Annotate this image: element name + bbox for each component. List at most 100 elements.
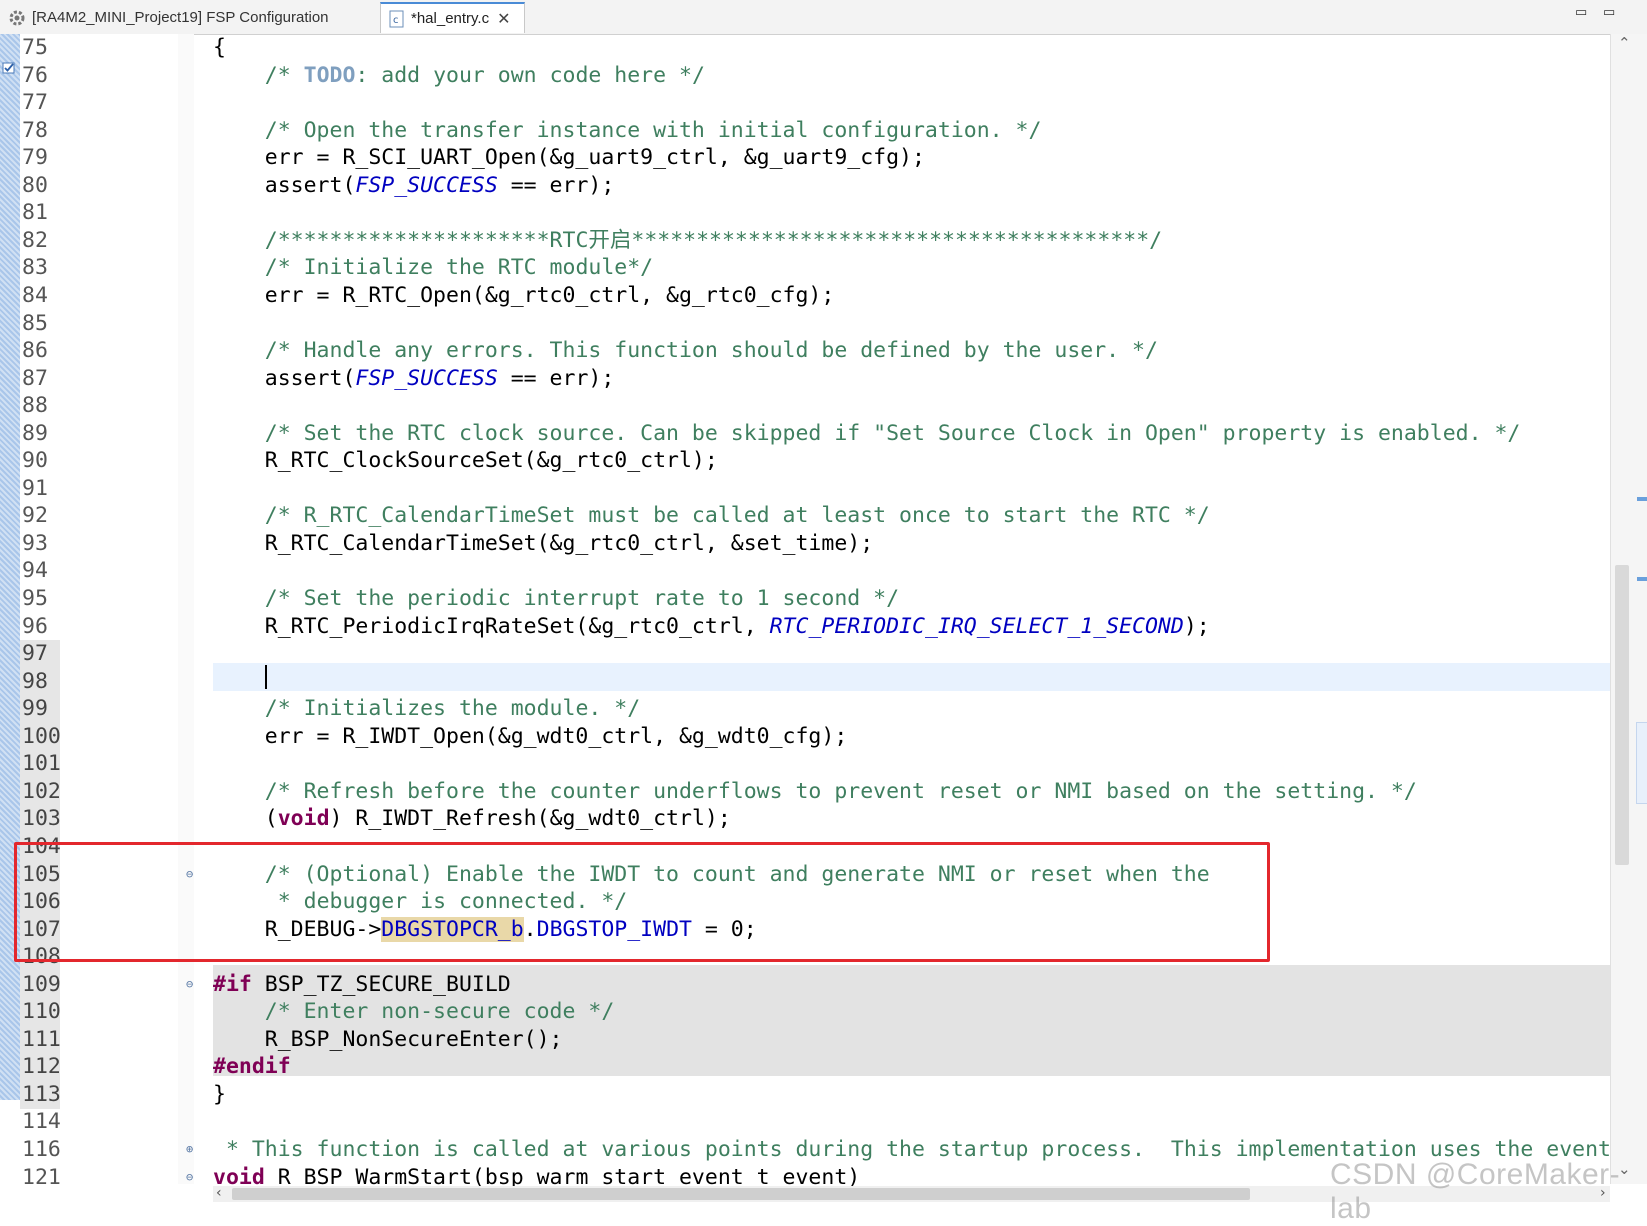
code-text[interactable]: /* Initializes the module. */ [213,695,640,723]
fold-collapse-icon[interactable]: ⊖ [186,978,196,990]
scroll-left-arrow[interactable]: ‹ [216,1185,222,1201]
token-code [213,421,265,446]
code-line[interactable]: 98 [0,667,1610,696]
token-code: err = R_SCI_UART_Open(&g_uart9_ctrl, &g_… [213,145,925,171]
code-line[interactable]: 111 R_BSP_NonSecureEnter(); [0,1025,1610,1054]
code-text[interactable]: err = R_RTC_Open(&g_rtc0_ctrl, &g_rtc0_c… [213,282,835,310]
code-text[interactable]: } [213,1081,226,1109]
code-text[interactable]: assert(FSP_SUCCESS == err); [213,365,615,393]
line-number: 101 [22,751,61,777]
minimize-icon[interactable]: ▭ [1575,4,1587,20]
code-line[interactable]: 81 [0,199,1610,227]
code-line[interactable]: 86 /* Handle any errors. This function s… [0,337,1610,365]
code-line[interactable]: 94 [0,557,1610,585]
tab-hal-entry[interactable]: c *hal_entry.c ✕ [380,2,525,33]
fold-expand-icon[interactable]: ⊕ [186,1143,196,1155]
code-line[interactable]: 82 /*********************RTC开启**********… [0,227,1610,255]
token-cn: RTC_PERIODIC_IRQ_SELECT_1_SECOND [769,613,1184,639]
code-line[interactable]: 112 #endif [0,1053,1610,1082]
code-text[interactable]: /* Refresh before the counter underflows… [213,778,1417,806]
code-text[interactable]: assert(FSP_SUCCESS == err); [213,172,615,200]
overview-ruler-mark[interactable] [1637,577,1647,581]
code-text[interactable]: err = R_IWDT_Open(&g_wdt0_ctrl, &g_wdt0_… [213,723,848,751]
token-kw: #if [213,971,252,997]
code-line[interactable]: 102 /* Refresh before the counter underf… [0,777,1610,806]
gear-icon [8,9,26,27]
code-line[interactable]: 113} [0,1080,1610,1109]
code-text[interactable]: R_RTC_ClockSourceSet(&g_rtc0_ctrl); [213,447,718,475]
code-line[interactable]: 83 /* Initialize the RTC module*/ [0,254,1610,282]
code-text[interactable]: err = R_SCI_UART_Open(&g_uart9_ctrl, &g_… [213,144,925,172]
code-text[interactable]: /* Open the transfer instance with initi… [213,117,1042,145]
code-text[interactable]: /* Set the RTC clock source. Can be skip… [213,420,1521,448]
line-number: 103 [22,806,61,832]
code-line[interactable]: 88 [0,392,1610,420]
code-text[interactable]: #if BSP_TZ_SECURE_BUILD [213,971,511,999]
code-line[interactable]: 97 [0,640,1610,669]
token-kw: void [277,806,330,832]
line-number: 111 [22,1026,61,1052]
line-number: 86 [22,338,48,364]
code-line[interactable]: 80 assert(FSP_SUCCESS == err); [0,172,1610,200]
code-line[interactable]: 114 [0,1108,1610,1136]
scroll-up-arrow[interactable]: ⌃ [1618,34,1631,52]
code-text[interactable]: /* Handle any errors. This function shou… [213,337,1158,365]
code-line[interactable]: 93 R_RTC_CalendarTimeSet(&g_rtc0_ctrl, &… [0,530,1610,558]
code-line[interactable]: 85 [0,310,1610,338]
code-text[interactable]: #endif [213,1053,291,1081]
code-line[interactable]: 79 err = R_SCI_UART_Open(&g_uart9_ctrl, … [0,144,1610,172]
code-text[interactable]: { [213,34,226,62]
code-line[interactable]: 103 (void) R_IWDT_Refresh(&g_wdt0_ctrl); [0,805,1610,834]
code-line[interactable]: 95 /* Set the periodic interrupt rate to… [0,585,1610,613]
code-text[interactable]: /* R_RTC_CalendarTimeSet must be called … [213,502,1210,530]
code-line[interactable]: 89 /* Set the RTC clock source. Can be s… [0,420,1610,448]
token-cm: /* Initializes the module. */ [264,696,641,722]
fold-collapse-icon[interactable]: ⊖ [186,1171,196,1183]
overview-ruler-mark[interactable] [1637,497,1647,501]
code-line[interactable]: 90 R_RTC_ClockSourceSet(&g_rtc0_ctrl); [0,447,1610,475]
code-line[interactable]: 92 /* R_RTC_CalendarTimeSet must be call… [0,502,1610,530]
code-line[interactable]: 100 err = R_IWDT_Open(&g_wdt0_ctrl, &g_w… [0,722,1610,751]
code-line[interactable]: 77 [0,89,1610,117]
code-line[interactable]: 91 [0,475,1610,503]
code-text[interactable]: /* TODO: add your own code here */ [213,62,705,90]
token-code [213,586,265,611]
close-icon[interactable]: ✕ [497,9,510,29]
token-code: assert( [213,172,356,198]
code-text[interactable]: R_BSP_NonSecureEnter(); [213,1026,563,1054]
code-line[interactable]: 96 R_RTC_PeriodicIrqRateSet(&g_rtc0_ctrl… [0,613,1610,641]
line-number: 94 [22,558,48,584]
token-cm: /*********************RTC开启*************… [264,227,1163,253]
text-caret [265,665,267,689]
line-number: 99 [22,696,48,722]
code-text[interactable]: /*********************RTC开启*************… [213,227,1162,255]
vertical-scroll-thumb[interactable] [1615,565,1629,865]
code-line[interactable]: 76 /* TODO: add your own code here */ [0,62,1610,90]
code-line[interactable]: 109 ⊖ #if BSP_TZ_SECURE_BUILD [0,970,1610,999]
token-code [213,338,265,363]
line-number: 77 [22,90,48,116]
code-line[interactable]: 84 err = R_RTC_Open(&g_rtc0_ctrl, &g_rtc… [0,282,1610,310]
overview-ruler-region[interactable] [1636,722,1647,804]
code-text[interactable]: R_RTC_CalendarTimeSet(&g_rtc0_ctrl, &set… [213,530,873,558]
tab-fsp-configuration[interactable]: [RA4M2_MINI_Project19] FSP Configuration [0,2,380,33]
horizontal-scroll-thumb[interactable] [232,1188,1250,1200]
line-number: 95 [22,586,48,611]
code-text[interactable]: (void) R_IWDT_Refresh(&g_wdt0_ctrl); [213,805,731,833]
code-line[interactable]: 87 assert(FSP_SUCCESS == err); [0,365,1610,393]
token-cn: FSP_SUCCESS [355,365,498,391]
code-text[interactable]: /* Set the periodic interrupt rate to 1 … [213,585,899,613]
code-text[interactable]: /* Enter non-secure code */ [213,998,615,1026]
code-text[interactable]: R_RTC_PeriodicIrqRateSet(&g_rtc0_ctrl, R… [213,613,1210,641]
code-text[interactable]: /* Initialize the RTC module*/ [213,254,653,282]
code-line[interactable]: 110 /* Enter non-secure code */ [0,998,1610,1027]
code-line[interactable]: 75 { [0,34,1610,62]
code-line[interactable]: 99 /* Initializes the module. */ [0,695,1610,724]
line-number: 76 [22,62,48,88]
code-line[interactable]: 101 [0,750,1610,779]
token-cm: : add your own code here */ [355,62,705,88]
line-number: 98 [22,668,48,694]
code-line[interactable]: 78 /* Open the transfer instance with in… [0,117,1610,145]
token-code: R_RTC_ClockSourceSet(&g_rtc0_ctrl); [213,448,718,474]
maximize-icon[interactable]: ▭ [1603,4,1615,20]
